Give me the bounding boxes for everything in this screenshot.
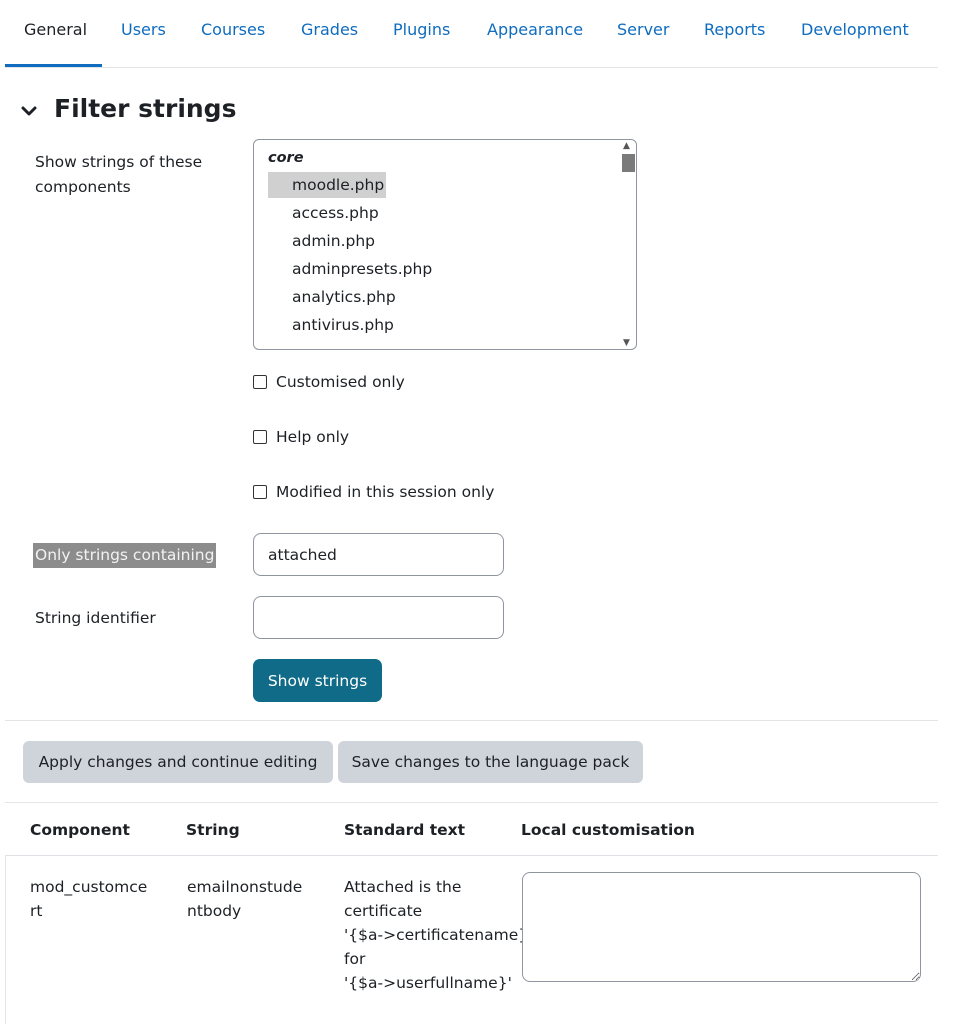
tab-development[interactable]: Development [801, 20, 909, 39]
cell-string-id: emailnonstude ntbody [187, 878, 303, 920]
tab-server[interactable]: Server [617, 20, 669, 39]
help-only-label: Help only [276, 428, 350, 446]
save-changes-button[interactable]: Save changes to the language pack [338, 741, 643, 783]
column-header-string: String [186, 821, 240, 839]
identifier-input[interactable] [253, 596, 504, 639]
column-header-standard-text: Standard text [344, 821, 466, 839]
listbox-scrollbar[interactable]: ▲ ▼ [619, 140, 636, 349]
local-customisation-textarea[interactable] [522, 872, 921, 982]
identifier-label: String identifier [35, 609, 156, 627]
scroll-down-arrow-icon[interactable]: ▼ [623, 338, 630, 348]
strings-table-header: Component String Standard text Local cus… [5, 802, 938, 856]
substring-input[interactable] [253, 533, 504, 576]
option-group-core: core [268, 150, 304, 166]
modified-only-checkbox[interactable]: Modified in this session only [253, 480, 494, 504]
admin-tabs: General Users Courses Grades Plugins App… [5, 0, 938, 68]
scroll-thumb[interactable] [622, 154, 635, 172]
divider [5, 720, 938, 721]
active-tab-indicator [5, 64, 102, 67]
section-title: Filter strings [54, 94, 237, 123]
tab-grades[interactable]: Grades [301, 20, 358, 39]
help-only-checkbox[interactable]: Help only [253, 425, 349, 449]
cell-component: mod_customce rt [30, 878, 148, 920]
option-admin-php[interactable]: admin.php [268, 228, 386, 254]
tab-users[interactable]: Users [121, 20, 166, 39]
chevron-down-icon[interactable] [18, 100, 40, 122]
checkbox-icon[interactable] [253, 430, 267, 444]
checkbox-icon[interactable] [253, 375, 267, 389]
tab-general[interactable]: General [24, 20, 87, 39]
show-strings-button[interactable]: Show strings [253, 659, 382, 702]
components-select[interactable]: core moodle.php access.php admin.php adm… [253, 139, 637, 350]
checkbox-icon[interactable] [253, 485, 267, 499]
scroll-up-arrow-icon[interactable]: ▲ [623, 141, 630, 151]
option-access-php[interactable]: access.php [268, 200, 386, 226]
tab-plugins[interactable]: Plugins [393, 20, 450, 39]
tab-courses[interactable]: Courses [201, 20, 265, 39]
option-moodle-php[interactable]: moodle.php [268, 172, 386, 198]
tab-appearance[interactable]: Appearance [487, 20, 583, 39]
customised-only-label: Customised only [276, 373, 405, 391]
table-row: mod_customce rt emailnonstude ntbody Att… [5, 856, 938, 1024]
apply-changes-button[interactable]: Apply changes and continue editing [23, 741, 333, 783]
tab-reports[interactable]: Reports [704, 20, 765, 39]
modified-only-label: Modified in this session only [276, 483, 495, 501]
option-analytics-php[interactable]: analytics.php [268, 284, 396, 310]
option-adminpresets-php[interactable]: adminpresets.php [268, 256, 432, 282]
components-label: Show strings of these components [35, 153, 203, 196]
cell-standard-text: Attached is the certificate '{$a->certif… [344, 878, 533, 992]
substring-label: Only strings containing [33, 543, 217, 568]
option-antivirus-php[interactable]: antivirus.php [268, 312, 394, 338]
column-header-component: Component [30, 821, 130, 839]
column-header-local-customisation: Local customisation [521, 821, 695, 839]
customised-only-checkbox[interactable]: Customised only [253, 370, 405, 394]
